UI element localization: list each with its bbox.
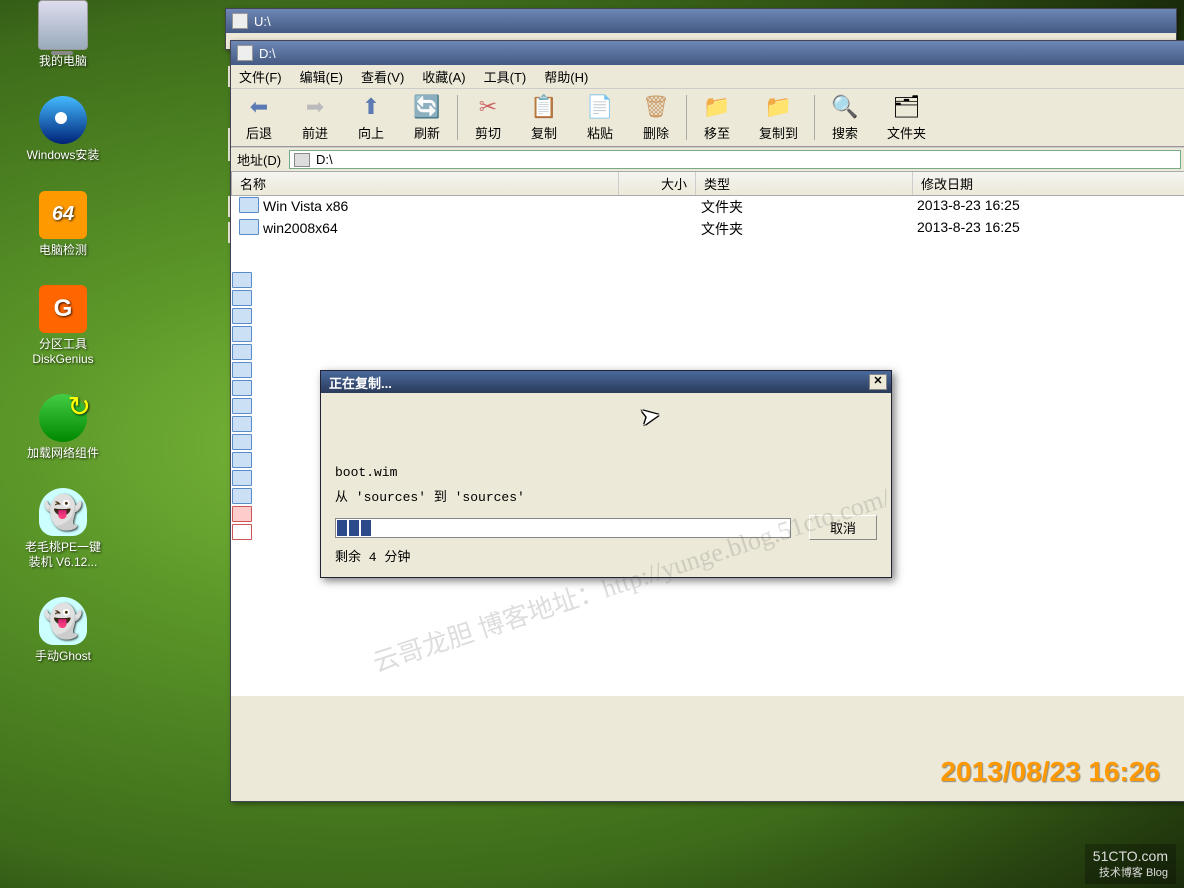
folders-icon: 🗂 [893,93,921,121]
folder-icon [239,197,259,213]
menu-tools[interactable]: 工具(T) [484,67,527,86]
delete-icon: 🗑 [642,93,670,121]
toolbar-cut[interactable]: ✂剪切 [460,91,516,144]
icon-label: 手动Ghost [35,649,91,663]
toolbar-refresh[interactable]: 🔄刷新 [399,91,455,144]
toolbar-moveto[interactable]: 📁移至 [689,91,745,144]
icon-label: 老毛桃PE一键 装机 V6.12... [25,540,101,569]
time-remaining: 剩余 4 分钟 [335,546,877,565]
icon-label: Windows安装 [27,148,100,162]
64-icon: 64 [39,191,87,239]
copyto-icon: 📁 [765,93,793,121]
toolbar-delete[interactable]: 🗑删除 [628,91,684,144]
drive-icon [232,13,248,29]
icon-label: 加载网络组件 [27,446,99,460]
refresh-icon: 🔄 [413,93,441,121]
menu-fav[interactable]: 收藏(A) [422,67,465,86]
ghost-icon [39,597,87,645]
desktop-icon-pc-check[interactable]: 64 电脑检测 [18,191,108,257]
address-field[interactable]: D:\ [289,150,1181,169]
forward-arrow-icon: ➡ [301,93,329,121]
cancel-button[interactable]: 取消 [809,515,877,540]
toolbar: ⬅后退 ➡前进 ⬆向上 🔄刷新 ✂剪切 📋复制 📄粘贴 🗑删除 📁移至 📁复制到… [231,88,1184,147]
copy-animation [335,405,877,465]
toolbar-search[interactable]: 🔍搜索 [817,91,873,144]
desktop-icon-my-computer[interactable]: 我的电脑 [18,0,108,68]
toolbar-up[interactable]: ⬆向上 [343,91,399,144]
disc-icon [39,96,87,144]
up-arrow-icon: ⬆ [357,93,385,121]
column-headers: 名称 大小 类型 修改日期 [231,171,1184,196]
toolbar-back[interactable]: ⬅后退 [231,91,287,144]
window-title: U:\ [254,14,271,29]
dialog-title: 正在复制... [325,373,869,392]
diskgenius-icon: G [39,285,87,333]
copy-filename: boot.wim [335,465,877,480]
menu-help[interactable]: 帮助(H) [544,67,588,86]
toolbar-separator [814,95,815,140]
copy-icon: 📋 [530,93,558,121]
desktop-icon-manual-ghost[interactable]: 手动Ghost [18,597,108,663]
ghost-icon [39,488,87,536]
desktop-icons: 我的电脑 Windows安装 64 电脑检测 G 分区工具 DiskGenius… [18,0,108,692]
paste-icon: 📄 [586,93,614,121]
dialog-titlebar[interactable]: 正在复制... ✕ [321,371,891,393]
computer-icon [38,0,88,50]
menu-edit[interactable]: 编辑(E) [300,67,343,86]
toolbar-folders[interactable]: 🗂文件夹 [873,91,940,144]
progress-bar [335,518,791,538]
titlebar-d[interactable]: D:\ [231,41,1184,65]
desktop-icon-windows-install[interactable]: Windows安装 [18,96,108,162]
menu-file[interactable]: 文件(F) [239,67,282,86]
dialog-body: boot.wim 从 'sources' 到 'sources' 取消 剩余 4… [321,393,891,577]
col-size[interactable]: 大小 [619,172,696,195]
menu-view[interactable]: 查看(V) [361,67,404,86]
toolbar-separator [686,95,687,140]
site-logo: 51CTO.com 技术博客 Blog [1085,844,1176,884]
address-value: D:\ [316,152,333,167]
drive-icon [294,153,310,167]
toolbar-separator [457,95,458,140]
menubar: 文件(F) 编辑(E) 查看(V) 收藏(A) 工具(T) 帮助(H) [231,65,1184,88]
drive-icon [237,45,253,61]
copy-dialog: 正在复制... ✕ boot.wim 从 'sources' 到 'source… [320,370,892,578]
col-name[interactable]: 名称 [232,172,619,195]
col-date[interactable]: 修改日期 [913,172,1184,195]
close-button[interactable]: ✕ [869,374,887,390]
icon-label: 电脑检测 [39,243,87,257]
address-bar: 地址(D) D:\ [231,147,1184,171]
file-row[interactable]: win2008x64 文件夹 2013-8-23 16:25 [231,218,1184,240]
icon-label: 分区工具 DiskGenius [32,337,93,366]
search-icon: 🔍 [831,93,859,121]
folder-icon [239,219,259,235]
background-folder-sliver [232,270,254,542]
moveto-icon: 📁 [703,93,731,121]
scissors-icon: ✂ [474,93,502,121]
address-label: 地址(D) [237,150,281,169]
toolbar-paste[interactable]: 📄粘贴 [572,91,628,144]
desktop-icon-diskgenius[interactable]: G 分区工具 DiskGenius [18,285,108,366]
desktop-icon-net-load[interactable]: 加载网络组件 [18,394,108,460]
col-type[interactable]: 类型 [696,172,913,195]
file-row[interactable]: Win Vista x86 文件夹 2013-8-23 16:25 [231,196,1184,218]
window-title: D:\ [259,46,276,61]
network-icon [39,394,87,442]
icon-label: 我的电脑 [39,54,87,68]
desktop-icon-pe-install[interactable]: 老毛桃PE一键 装机 V6.12... [18,488,108,569]
copy-path: 从 'sources' 到 'sources' [335,486,877,505]
photo-timestamp: 2013/08/23 16:26 [940,756,1160,788]
toolbar-copy[interactable]: 📋复制 [516,91,572,144]
toolbar-fwd[interactable]: ➡前进 [287,91,343,144]
toolbar-copyto[interactable]: 📁复制到 [745,91,812,144]
back-arrow-icon: ⬅ [245,93,273,121]
titlebar-u[interactable]: U:\ [226,9,1176,33]
